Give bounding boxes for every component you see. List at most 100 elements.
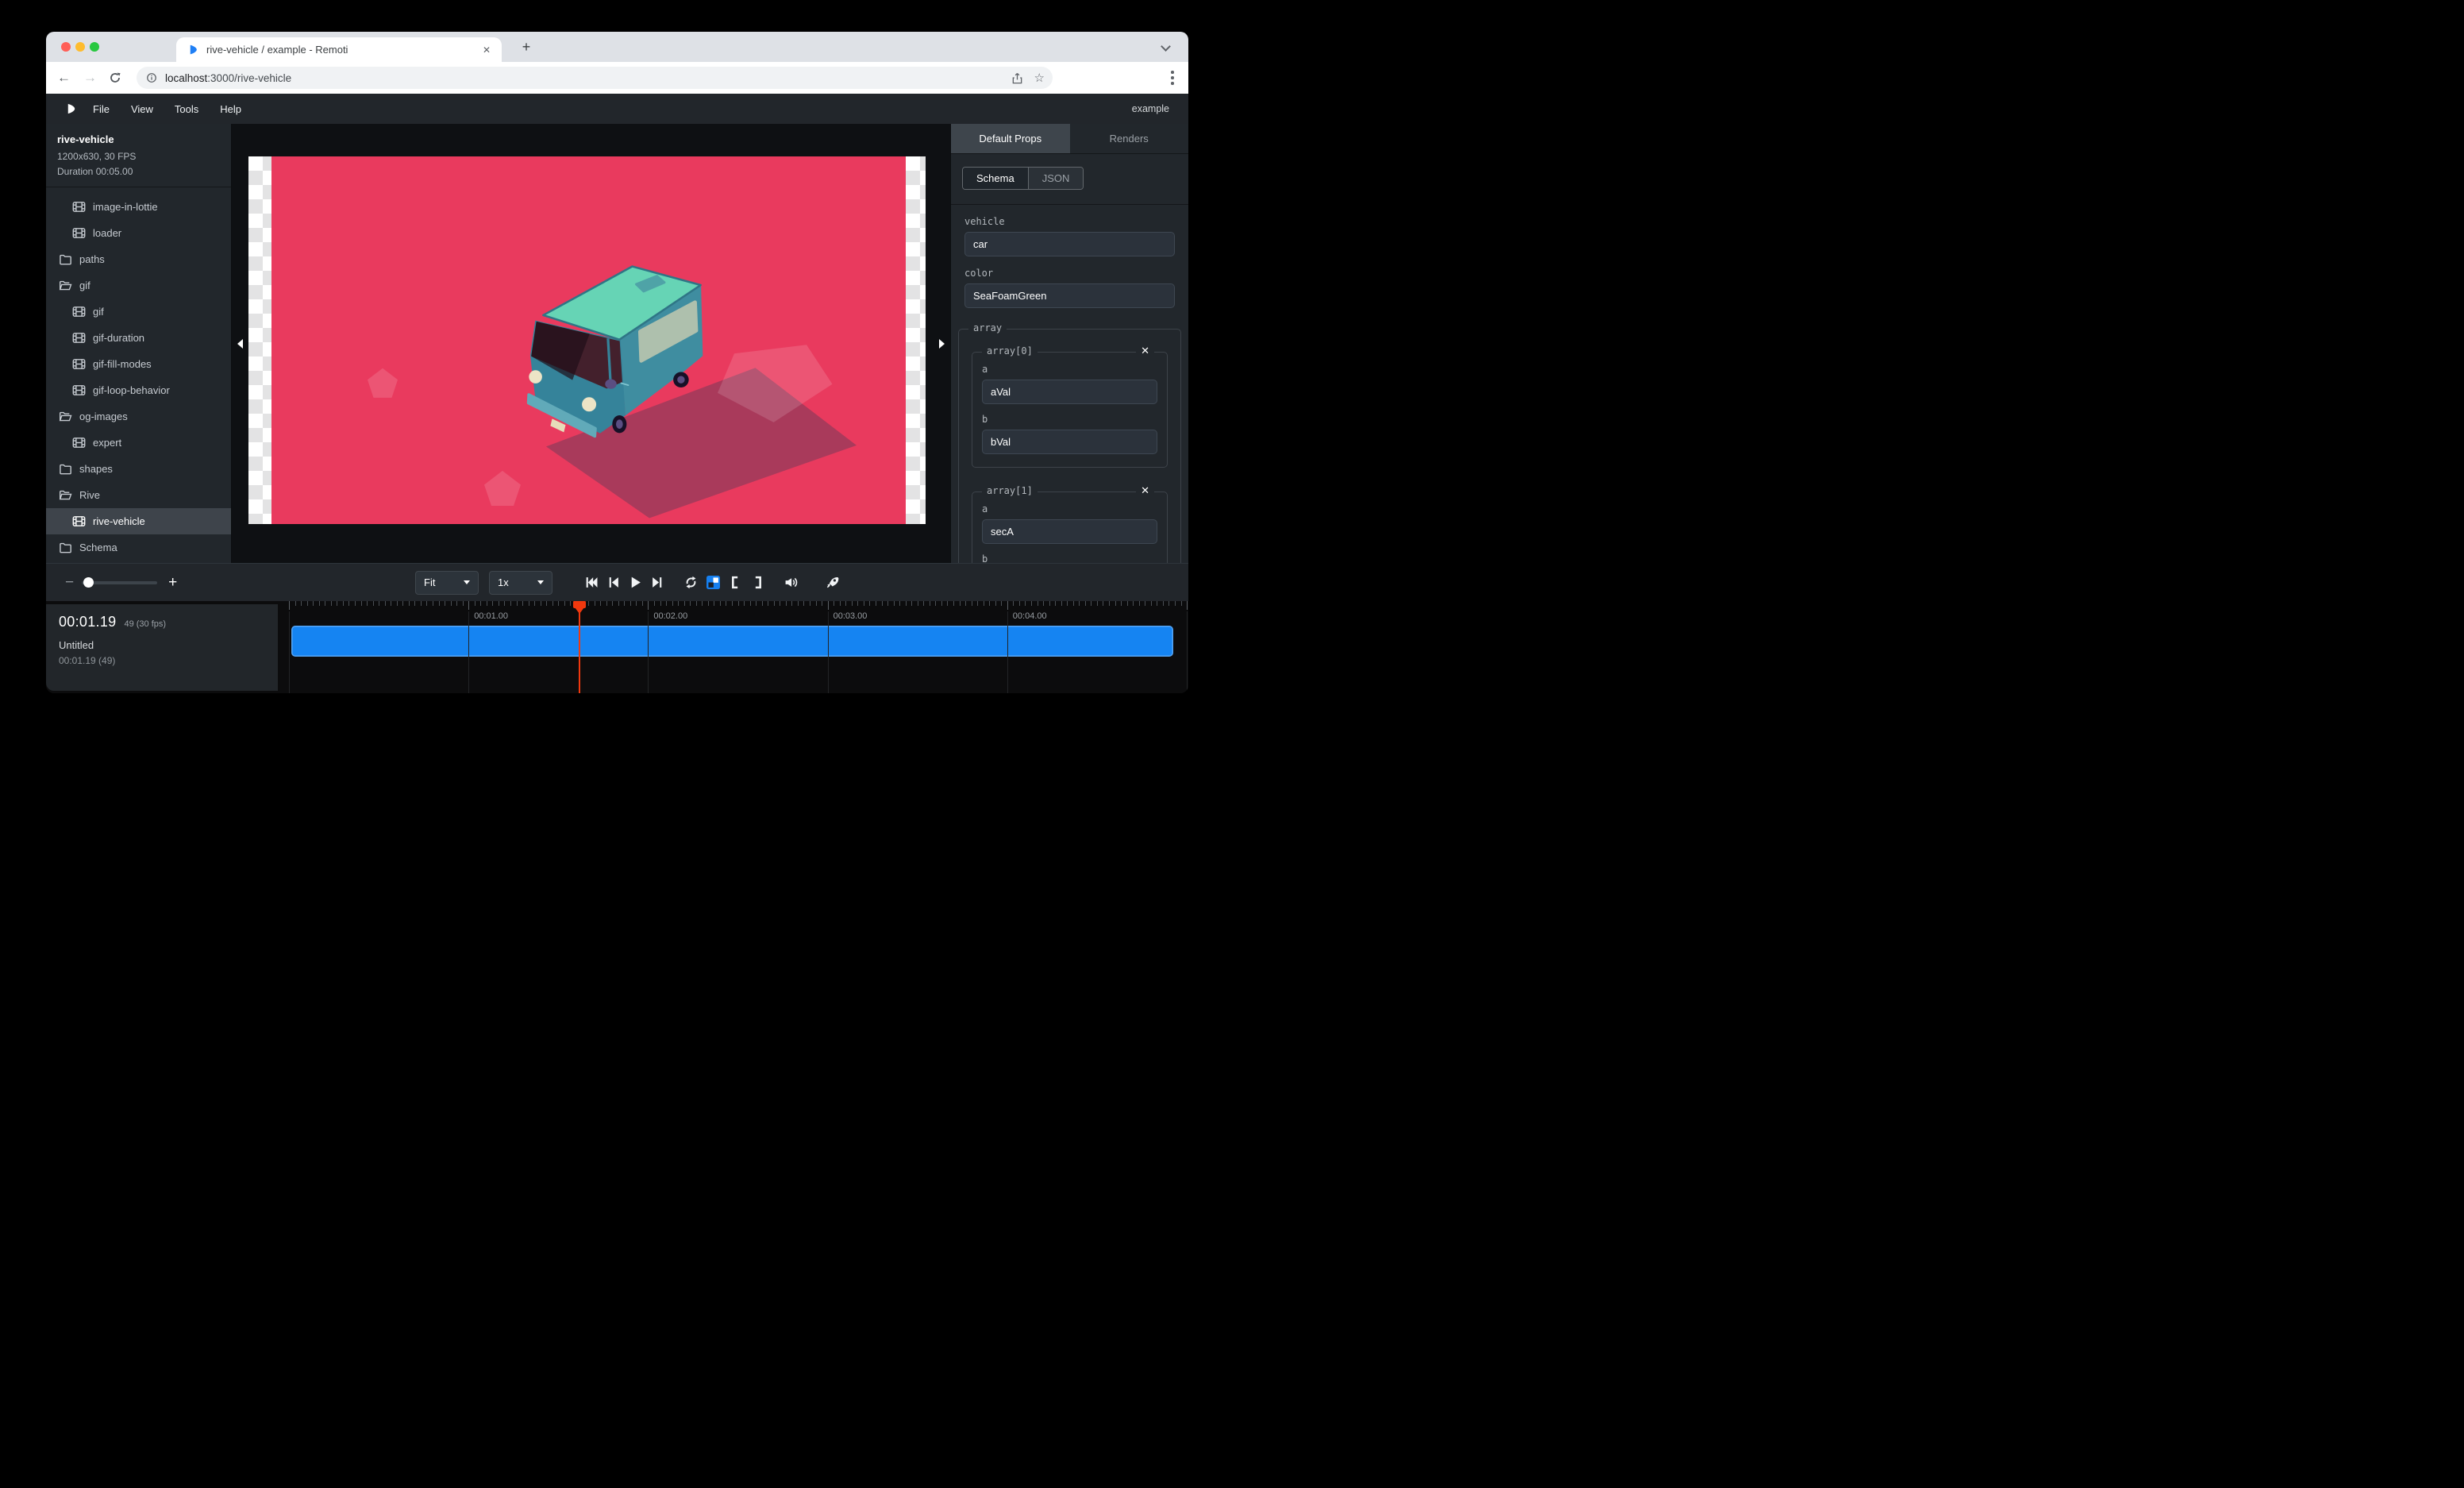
browser-window: rive-vehicle / example - Remoti ✕ + ← → … (46, 32, 1188, 693)
remove-array-item-icon[interactable]: ✕ (1136, 345, 1154, 357)
browser-tab[interactable]: rive-vehicle / example - Remoti ✕ (176, 37, 502, 62)
composition-item[interactable]: gif (46, 272, 231, 299)
prop-input[interactable] (964, 283, 1175, 308)
volume-icon[interactable] (780, 571, 802, 595)
default-props-form: vehicle color array array[0] ✕ (951, 205, 1188, 563)
remove-array-item-icon[interactable]: ✕ (1136, 484, 1154, 497)
composition-item-label: gif-duration (93, 332, 144, 344)
bookmark-star-icon[interactable]: ☆ (1034, 72, 1045, 84)
composition-item-label: expert (93, 437, 121, 449)
next-frame-button[interactable] (646, 571, 668, 595)
composition-item-label: rive-vehicle (93, 515, 145, 527)
timeline-track-bar[interactable] (291, 626, 1173, 657)
prop-label: a (982, 503, 1157, 515)
composition-item[interactable]: gif-fill-modes (46, 351, 231, 377)
prop-label: b (982, 553, 1157, 563)
remotion-logo-icon (65, 102, 77, 115)
film-icon (72, 436, 86, 449)
folder-open-icon (59, 488, 72, 502)
timeline-ruler[interactable]: 00:01.00 00:02.00 00:03.00 00:04.00 (278, 601, 1188, 693)
timeline: 00:01.19 49 (30 fps) Untitled 00:01.19 (… (46, 601, 1188, 693)
vehicle-animation-frame (248, 156, 926, 524)
prop-label: vehicle (964, 216, 1175, 227)
composition-item[interactable]: gif-loop-behavior (46, 377, 231, 403)
composition-item[interactable]: shapes (46, 456, 231, 482)
zoom-in-button[interactable]: + (168, 574, 177, 592)
previous-frame-button[interactable] (602, 571, 624, 595)
composition-item[interactable]: rive-vehicle (46, 508, 231, 534)
array-item-0: array[0] ✕ a b (972, 352, 1168, 468)
app-menu-bar: FileViewToolsHelp example (46, 94, 1188, 124)
info-icon[interactable] (146, 72, 157, 83)
loop-in-point-icon[interactable] (724, 571, 746, 595)
share-icon[interactable] (1011, 72, 1023, 84)
playhead[interactable] (573, 601, 587, 693)
menu-item[interactable]: Help (220, 103, 241, 115)
array-item-fields: a b (982, 503, 1157, 563)
ruler-label: 00:04.00 (1013, 611, 1047, 621)
tab-schema[interactable]: Schema (963, 168, 1028, 189)
tab-close-icon[interactable]: ✕ (479, 43, 494, 57)
prop-input[interactable] (982, 519, 1157, 544)
composition-item-label: loader (93, 227, 121, 239)
loop-toggle-icon[interactable] (680, 571, 702, 595)
ruler-label: 00:02.00 (653, 611, 687, 621)
chevron-down-icon[interactable] (1161, 41, 1171, 52)
ruler-label: 00:03.00 (834, 611, 868, 621)
composition-item-label: shapes (79, 463, 113, 475)
traffic-close-button[interactable] (61, 42, 71, 52)
prop-label: b (982, 414, 1157, 425)
composition-item-label: gif (93, 306, 104, 318)
prop-label: a (982, 364, 1157, 375)
loop-out-point-icon[interactable] (746, 571, 768, 595)
remotion-favicon-icon (187, 44, 199, 56)
composition-item[interactable]: Rive (46, 482, 231, 508)
composition-item[interactable]: Schema (46, 534, 231, 561)
reload-icon[interactable] (109, 62, 121, 94)
composition-item[interactable]: image-in-lottie (46, 194, 231, 220)
prop-input[interactable] (982, 380, 1157, 404)
composition-item[interactable]: gif (46, 299, 231, 325)
composition-item[interactable]: loader (46, 220, 231, 246)
render-rocket-icon[interactable] (821, 571, 843, 595)
composition-item[interactable]: og-images (46, 403, 231, 430)
back-icon[interactable]: ← (57, 62, 71, 94)
main-content: rive-vehicle 1200x630, 30 FPS Duration 0… (46, 124, 1188, 563)
new-tab-button[interactable]: + (516, 37, 537, 57)
forward-icon: → (83, 62, 97, 94)
folder-icon (59, 462, 72, 476)
composition-item-label: gif-fill-modes (93, 358, 152, 370)
zoom-slider-thumb[interactable] (83, 577, 94, 588)
menu-item[interactable]: View (131, 103, 153, 115)
prop-input[interactable] (964, 232, 1175, 256)
collapse-left-panel-icon[interactable] (237, 339, 243, 349)
prop-field: vehicle (964, 216, 1175, 256)
zoom-out-button[interactable]: − (65, 574, 74, 592)
traffic-zoom-button[interactable] (90, 42, 99, 52)
address-field[interactable]: localhost:3000/rive-vehicle ☆ (137, 67, 1053, 89)
canvas-size-select[interactable]: Fit (415, 571, 479, 595)
prop-field: color (964, 268, 1175, 308)
props-tab[interactable]: Default Props (951, 124, 1070, 153)
skip-to-start-button[interactable] (579, 571, 602, 595)
composition-item[interactable]: gif-duration (46, 325, 231, 351)
playback-rate-select[interactable]: 1x (489, 571, 552, 595)
tab-json[interactable]: JSON (1028, 168, 1084, 189)
array-group: array array[0] ✕ a (958, 329, 1181, 563)
menu-item[interactable]: File (93, 103, 110, 115)
browser-menu-icon[interactable] (1171, 71, 1174, 87)
film-icon (72, 226, 86, 240)
composition-resolution: 1200x630, 30 FPS (57, 149, 220, 164)
composition-item[interactable]: expert (46, 430, 231, 456)
folder-icon (59, 541, 72, 554)
play-button[interactable] (624, 571, 646, 595)
transparency-checkerboard-toggle[interactable] (702, 571, 724, 595)
collapse-right-panel-icon[interactable] (939, 339, 945, 349)
prop-input[interactable] (982, 430, 1157, 454)
zoom-slider[interactable] (82, 581, 157, 584)
props-tab[interactable]: Renders (1070, 124, 1189, 153)
composition-item[interactable]: paths (46, 246, 231, 272)
ruler-label: 00:01.00 (474, 611, 508, 621)
traffic-minimize-button[interactable] (75, 42, 85, 52)
menu-item[interactable]: Tools (175, 103, 198, 115)
